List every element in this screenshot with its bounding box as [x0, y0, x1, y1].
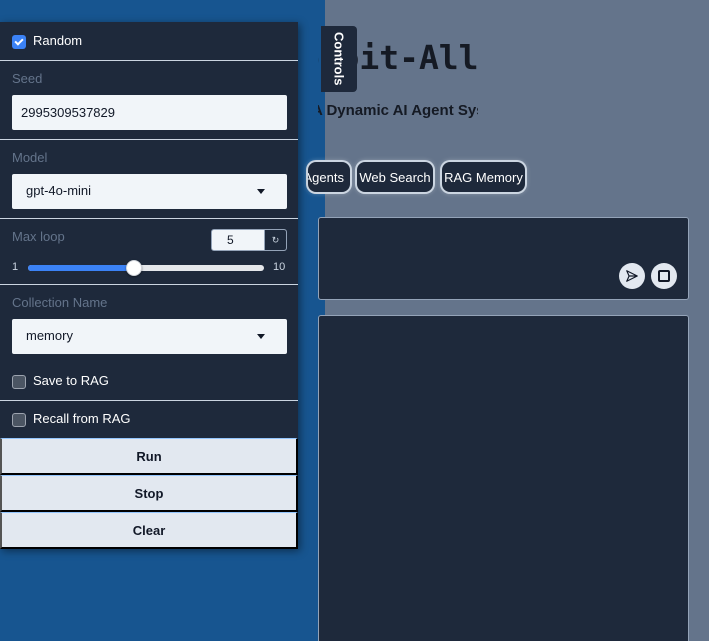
- caret-down-icon: [257, 189, 265, 194]
- slider-max-label: 10: [273, 261, 286, 273]
- send-icon: [626, 270, 638, 282]
- send-button[interactable]: [619, 263, 645, 289]
- clear-button[interactable]: Clear: [0, 512, 298, 549]
- collection-name-label: Collection Name: [12, 295, 108, 310]
- recall-from-rag-label: Recall from RAG: [33, 411, 131, 426]
- slider-min-label: 1: [12, 261, 19, 273]
- stop-button[interactable]: Stop: [0, 475, 298, 512]
- controls-panel: Random Seed Model gpt-4o-mini Max loop 5…: [0, 22, 298, 549]
- slider-fill: [28, 265, 134, 271]
- check-icon: [14, 35, 24, 46]
- seed-label: Seed: [12, 71, 43, 86]
- output-panel: [318, 315, 689, 641]
- controls-tab[interactable]: Controls: [321, 26, 357, 92]
- rag-memory-mode-button[interactable]: RAG Memory: [442, 162, 525, 192]
- caret-down-icon: [257, 334, 265, 339]
- divider: [0, 218, 298, 219]
- random-checkbox[interactable]: [12, 35, 26, 49]
- random-label: Random: [33, 33, 83, 48]
- seed-input[interactable]: [12, 95, 287, 130]
- max-loop-number-input[interactable]: 5 ↻: [211, 229, 287, 251]
- web-search-mode-button[interactable]: Web Search: [357, 162, 433, 192]
- divider: [0, 60, 298, 61]
- save-to-rag-label: Save to RAG: [33, 373, 109, 388]
- divider: [0, 139, 298, 140]
- collection-name-select[interactable]: memory: [12, 319, 287, 354]
- divider: [0, 400, 298, 401]
- prompt-panel[interactable]: [318, 217, 689, 300]
- run-button[interactable]: Run: [0, 438, 298, 475]
- model-select[interactable]: gpt-4o-mini: [12, 174, 287, 209]
- reset-icon[interactable]: ↻: [264, 230, 286, 250]
- max-loop-slider[interactable]: [28, 260, 264, 276]
- divider: [0, 284, 298, 285]
- stop-icon: [658, 270, 670, 282]
- save-to-rag-checkbox[interactable]: [12, 375, 26, 389]
- model-label: Model: [12, 150, 48, 165]
- app-subtitle: A Dynamic AI Agent System: [318, 102, 478, 119]
- recall-from-rag-checkbox[interactable]: [12, 413, 26, 427]
- stop-generation-button[interactable]: [651, 263, 677, 289]
- agents-mode-button[interactable]: Agents: [308, 162, 350, 192]
- slider-thumb[interactable]: [125, 260, 142, 276]
- max-loop-label: Max loop: [12, 229, 65, 244]
